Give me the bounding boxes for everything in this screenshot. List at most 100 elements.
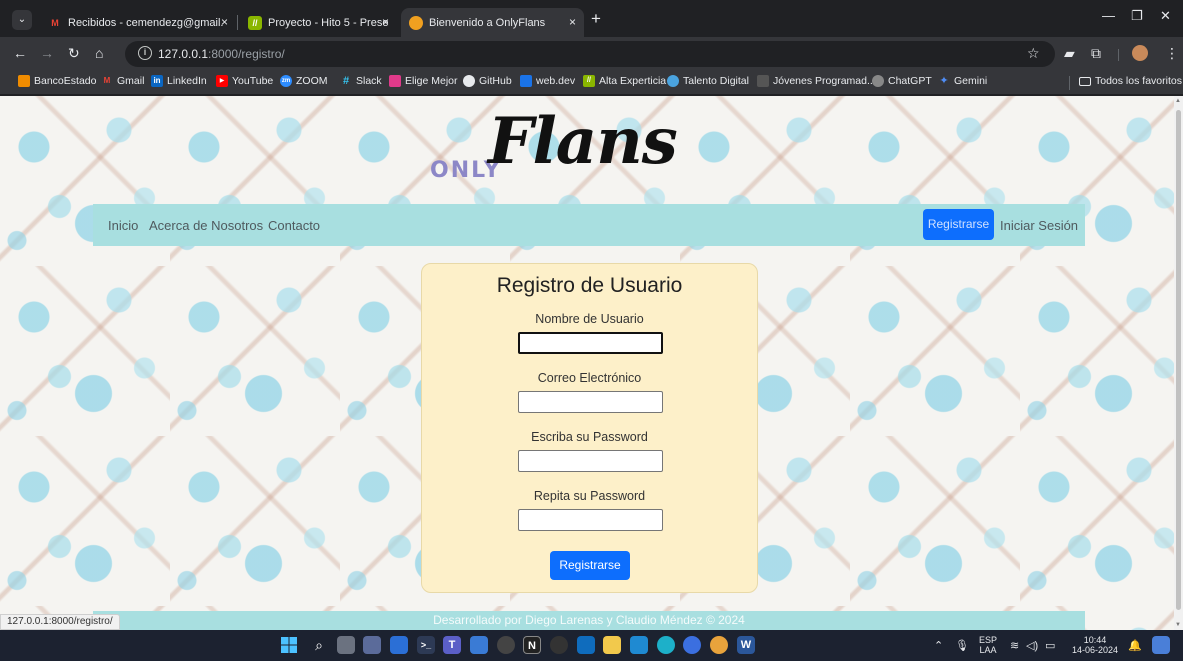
close-icon[interactable]: × — [569, 15, 576, 29]
form-title: Registro de Usuario — [496, 274, 683, 297]
tab-search-button[interactable]: ⌄ — [12, 10, 32, 30]
scrollbar-thumb[interactable] — [1176, 110, 1181, 610]
chrome-icon[interactable] — [710, 636, 728, 654]
search-icon[interactable]: ⌕ — [310, 636, 328, 654]
bookmark-jovenes-programadores[interactable]: Jóvenes Programad... — [757, 75, 876, 87]
forward-icon[interactable]: → — [40, 45, 54, 61]
email-field[interactable] — [518, 391, 663, 413]
bookmark-slack[interactable]: # Slack — [340, 75, 382, 87]
microphone-icon[interactable]: 🎙 — [955, 639, 969, 652]
bookmark-elige-mejor[interactable]: Elige Mejor — [389, 75, 458, 87]
store-icon[interactable] — [390, 636, 408, 654]
tab-trello[interactable]: // Proyecto - Hito 5 - Presentación × — [240, 8, 397, 37]
teams-icon[interactable]: T — [443, 636, 461, 654]
menu-icon[interactable]: ⋮ — [1165, 45, 1179, 61]
site-info-icon[interactable]: i — [138, 46, 152, 60]
bookmark-alta-experticia[interactable]: //Alta Experticia — [583, 75, 666, 87]
nav-acerca-link[interactable]: Acerca de Nosotros — [149, 218, 263, 233]
zoom-app-icon[interactable] — [683, 636, 701, 654]
site-navbar: Inicio Acerca de Nosotros Contacto Regis… — [93, 204, 1085, 246]
widgets-icon[interactable] — [363, 636, 381, 654]
close-icon[interactable]: × — [221, 15, 228, 29]
site-logo[interactable]: ONLY Flans — [430, 104, 730, 199]
reading-list-icon[interactable]: ▰ — [1064, 45, 1075, 61]
notification-bell-icon[interactable]: 🔔 — [1128, 639, 1142, 652]
vscode-icon[interactable] — [630, 636, 648, 654]
trello-icon: // — [248, 15, 262, 30]
password-input[interactable] — [519, 451, 662, 471]
password-field[interactable] — [518, 450, 663, 472]
bookmark-github[interactable]: GitHub — [463, 75, 512, 87]
settings-icon[interactable] — [497, 636, 515, 654]
scroll-down-icon[interactable]: ▼ — [1175, 622, 1181, 628]
register-submit-button[interactable]: Registrarse — [550, 551, 630, 580]
language-indicator[interactable]: ESP LAA — [979, 635, 997, 655]
bookmark-talento-digital[interactable]: Talento Digital — [667, 75, 749, 87]
terminal-icon[interactable]: >_ — [417, 636, 435, 654]
bookmark-linkedin[interactable]: in LinkedIn — [151, 75, 207, 87]
page-scrollbar[interactable]: ▲ ▼ — [1174, 96, 1183, 630]
extensions-icon[interactable]: ⧉ — [1091, 45, 1101, 61]
bookmark-gmail[interactable]: M Gmail — [101, 75, 145, 87]
bookmark-youtube[interactable]: ▶ YouTube — [216, 75, 273, 87]
back-icon[interactable]: ← — [13, 45, 27, 61]
word-icon[interactable]: W — [737, 636, 755, 654]
tray-chevron-icon[interactable]: ⌃ — [934, 639, 943, 652]
address-bar[interactable]: i 127.0.0.1:8000/registro/ — [125, 41, 1055, 67]
bookmark-star-icon[interactable]: ☆ — [1027, 45, 1040, 61]
bookmark-webdev[interactable]: web.dev — [520, 75, 575, 87]
window-close-icon[interactable]: ✕ — [1160, 8, 1171, 24]
trello-icon: // — [583, 75, 595, 87]
file-explorer-icon[interactable] — [603, 636, 621, 654]
volume-icon[interactable]: ◁) — [1026, 639, 1038, 652]
browser-tabstrip: ⌄ M Recibidos - cemendezg@gmail. × // Pr… — [0, 0, 1183, 37]
minimize-icon[interactable]: — — [1102, 8, 1115, 23]
notion-icon[interactable]: N — [523, 636, 541, 654]
copilot-icon[interactable] — [1152, 636, 1170, 654]
nav-registrarse-button[interactable]: Registrarse — [923, 209, 994, 240]
url-text[interactable]: 127.0.0.1:8000/registro/ — [158, 47, 285, 61]
tab-gmail[interactable]: M Recibidos - cemendezg@gmail. × — [40, 8, 236, 37]
registration-card: Registro de Usuario Nombre de Usuario Co… — [421, 263, 758, 593]
bookmark-gemini[interactable]: ✦ Gemini — [938, 75, 987, 87]
scroll-up-icon[interactable]: ▲ — [1175, 98, 1181, 104]
username-field[interactable] — [518, 332, 663, 354]
username-input[interactable] — [520, 334, 661, 352]
home-icon[interactable]: ⌂ — [95, 45, 103, 61]
edge-icon[interactable] — [657, 636, 675, 654]
chatgpt-icon — [872, 75, 884, 87]
battery-icon[interactable]: ▭ — [1045, 639, 1055, 652]
obs-icon[interactable] — [550, 636, 568, 654]
reload-icon[interactable]: ↻ — [68, 45, 80, 61]
password-confirm-field[interactable] — [518, 509, 663, 531]
onlyflans-icon — [409, 15, 423, 30]
task-view-icon[interactable] — [337, 636, 355, 654]
youtube-icon: ▶ — [216, 75, 228, 87]
mail-icon[interactable] — [577, 636, 595, 654]
profile-avatar[interactable] — [1132, 45, 1148, 61]
nav-inicio-link[interactable]: Inicio — [108, 218, 138, 233]
wifi-icon[interactable]: ≋ — [1010, 639, 1019, 652]
zoom-icon: zm — [280, 75, 292, 87]
password-confirm-input[interactable] — [519, 510, 662, 530]
email-input[interactable] — [519, 392, 662, 412]
photos-icon[interactable] — [470, 636, 488, 654]
all-bookmarks-folder[interactable]: Todos los favoritos — [1079, 75, 1182, 87]
password-label: Escriba su Password — [531, 430, 648, 444]
nav-contacto-link[interactable]: Contacto — [268, 218, 320, 233]
clock[interactable]: 10:44 14-06-2024 — [1068, 635, 1122, 655]
windows-start-icon[interactable] — [280, 636, 298, 654]
nav-iniciar-sesion-link[interactable]: Iniciar Sesión — [1000, 218, 1078, 233]
username-label: Nombre de Usuario — [535, 312, 644, 326]
email-label: Correo Electrónico — [537, 371, 642, 385]
tab-onlyflans[interactable]: Bienvenido a OnlyFlans × — [401, 8, 584, 37]
close-icon[interactable]: × — [382, 15, 389, 29]
bookmark-zoom[interactable]: zm ZOOM — [280, 75, 328, 87]
restore-icon[interactable]: ❐ — [1131, 8, 1143, 24]
site-footer: Desarrollado por Diego Larenas y Claudio… — [93, 611, 1085, 630]
new-tab-button[interactable]: + — [591, 10, 601, 27]
bookmarks-divider — [1069, 76, 1070, 90]
bookmark-chatgpt[interactable]: ChatGPT — [872, 75, 932, 87]
bookmark-bancoestado[interactable]: BancoEstado — [18, 75, 96, 87]
webdev-icon — [520, 75, 532, 87]
